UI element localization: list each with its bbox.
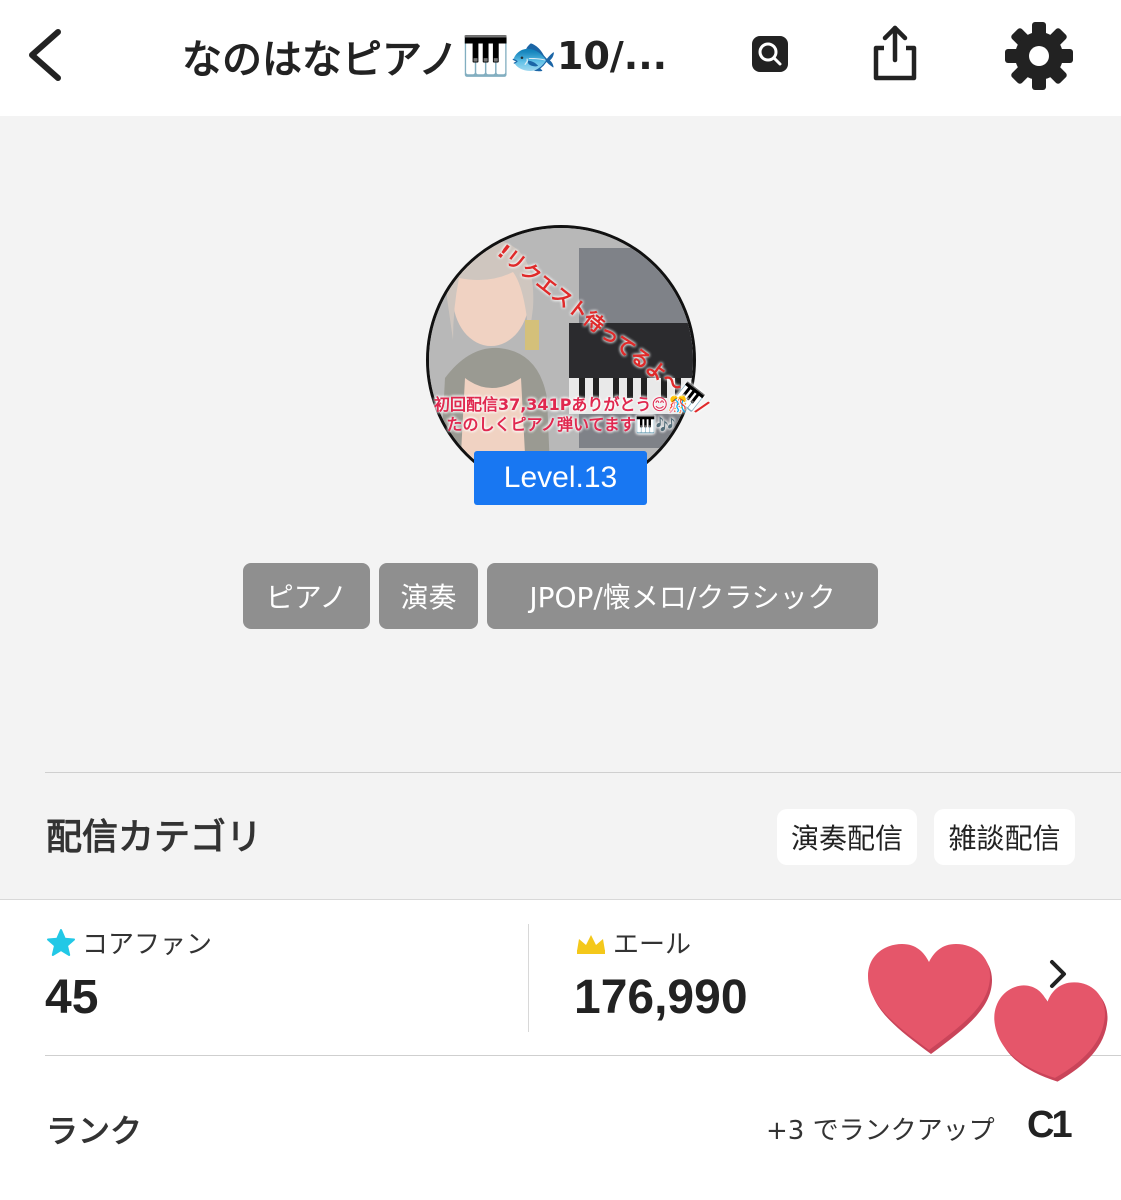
stat-divider	[528, 924, 529, 1032]
back-button[interactable]	[20, 20, 80, 90]
verified-search-icon	[752, 36, 788, 72]
core-fan-label-row[interactable]: コアファン	[46, 924, 212, 961]
core-fan-value: 45	[45, 971, 99, 1024]
rank-label: ランク	[46, 1112, 143, 1150]
star-icon	[47, 928, 75, 956]
share-button[interactable]	[866, 22, 924, 84]
divider	[0, 899, 1121, 900]
yell-value: 176,990	[574, 971, 748, 1024]
rank-badge: C1	[1027, 1104, 1073, 1146]
yell-label-row[interactable]: エール	[575, 924, 691, 961]
category-label: 配信カテゴリ	[46, 817, 263, 858]
heart-icon	[994, 982, 1108, 1082]
heart-icon	[868, 944, 992, 1054]
share-icon	[873, 25, 917, 81]
yell-label: エール	[613, 930, 692, 960]
rank-up-hint: +3 でランクアップ	[766, 1116, 995, 1146]
chevron-left-icon	[29, 29, 61, 81]
level-badge: Level.13	[474, 451, 647, 505]
top-nav-bar: なのはなピアノ 🎹🐟10/...	[0, 0, 1121, 116]
tag-genre[interactable]: JPOP/懐メロ/クラシック	[487, 563, 878, 629]
settings-button[interactable]	[1000, 18, 1078, 94]
divider	[45, 772, 1121, 773]
core-fan-label: コアファン	[82, 930, 213, 960]
crown-icon	[577, 934, 605, 954]
avatar-overlay-line-2: たのしくピアノ弾いてます🎹🎶	[446, 415, 676, 434]
gear-icon	[1005, 22, 1073, 90]
page-title: なのはなピアノ 🎹🐟10/...	[182, 24, 667, 88]
category-chip-chat[interactable]: 雑談配信	[934, 809, 1075, 865]
avatar-overlay-caption: 初回配信37,341Pありがとう😊🎊 たのしくピアノ弾いてます🎹🎶	[432, 395, 690, 435]
category-chip-performance[interactable]: 演奏配信	[777, 809, 917, 865]
title-text: なのはなピアノ	[182, 37, 459, 83]
tag-performance[interactable]: 演奏	[379, 563, 478, 629]
avatar-overlay-line-1: 初回配信37,341Pありがとう😊🎊	[433, 395, 689, 414]
tag-piano[interactable]: ピアノ	[243, 563, 370, 629]
title-suffix: 🎹🐟10/...	[462, 33, 668, 78]
